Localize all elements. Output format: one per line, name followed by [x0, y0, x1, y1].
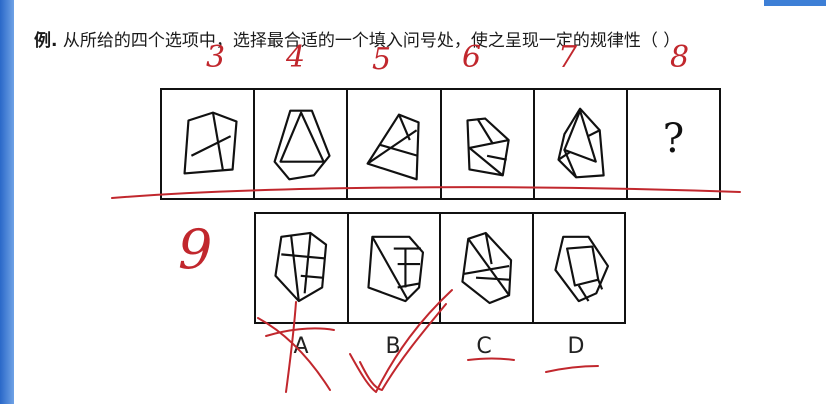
- question-prefix: 例.: [34, 31, 58, 51]
- sequence-figure-1: [162, 90, 256, 198]
- figure-3-drawing: [366, 113, 421, 181]
- sequence-figure-2: [255, 90, 349, 198]
- side-accent-strip: [0, 0, 14, 404]
- handwritten-number-8: 8: [670, 40, 690, 75]
- handwritten-number-5: 5: [372, 42, 392, 77]
- option-a-figure[interactable]: [256, 214, 349, 322]
- handwritten-number-4: 4: [286, 40, 306, 75]
- option-label-b[interactable]: B: [373, 334, 413, 359]
- options-row: [254, 212, 626, 324]
- sequence-figure-4: [442, 90, 535, 198]
- question-mark: ?: [662, 116, 685, 162]
- option-label-a[interactable]: A: [281, 334, 321, 359]
- figure-1-drawing: [183, 111, 238, 175]
- option-label-c[interactable]: C: [464, 334, 504, 359]
- option-a-drawing: [274, 231, 328, 303]
- option-c-drawing: [461, 231, 513, 305]
- option-c-figure[interactable]: [441, 214, 534, 322]
- option-b-figure[interactable]: [349, 214, 441, 322]
- option-b-drawing: [366, 235, 424, 303]
- handwritten-number-3: 3: [206, 40, 226, 75]
- question-text: 例. 从所给的四个选项中，选择最合适的一个填入问号处，使之呈现一定的规律性（ ）: [34, 26, 680, 51]
- option-d-drawing: [553, 235, 609, 303]
- sequence-unknown-cell: ?: [628, 90, 719, 198]
- sequence-figure-5: [535, 90, 628, 198]
- handwriting-overlay: [111, 186, 741, 393]
- figure-5-drawing: [557, 107, 605, 179]
- figure-4-drawing: [465, 117, 510, 177]
- option-d-figure[interactable]: [534, 214, 625, 322]
- figure-2-drawing: [273, 109, 331, 181]
- handwritten-number-7: 7: [558, 40, 578, 75]
- underline-option-d: [545, 365, 599, 373]
- sequence-row: ?: [160, 88, 721, 200]
- top-accent-bar: [764, 0, 826, 6]
- sequence-figure-3: [348, 90, 442, 198]
- handwritten-number-6: 6: [462, 40, 482, 75]
- option-label-d[interactable]: D: [556, 334, 596, 359]
- handwritten-number-9: 9: [178, 218, 213, 281]
